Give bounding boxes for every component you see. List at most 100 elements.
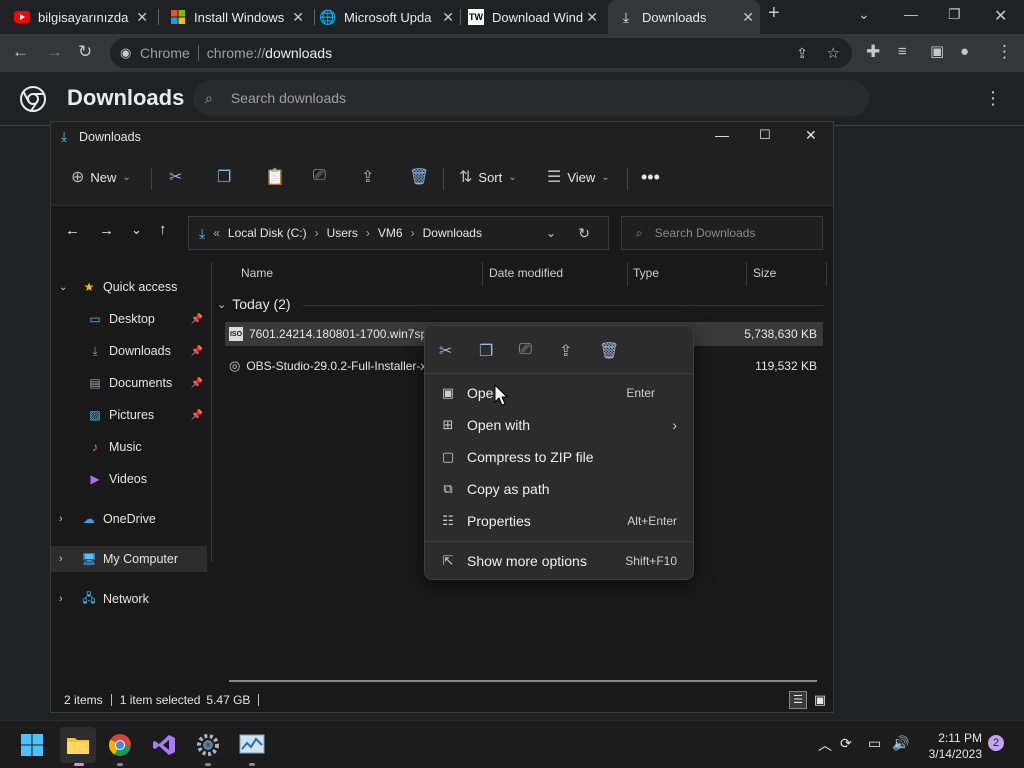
up-icon[interactable]: ↑ xyxy=(159,221,167,238)
reload-icon[interactable]: ↻ xyxy=(78,42,92,62)
recent-locations-icon[interactable]: ⌄ xyxy=(131,222,142,238)
menu-item-properties[interactable]: ☷ Properties Alt+Enter xyxy=(433,506,685,536)
media-icon[interactable]: ≡ xyxy=(898,42,907,62)
maximize-button[interactable]: ☐ xyxy=(759,127,771,143)
cut-button[interactable]: ✂ xyxy=(169,167,182,187)
delete-button[interactable]: 🗑 xyxy=(409,167,429,187)
sidebar-item-documents[interactable]: ▤ Documents 📌 xyxy=(51,370,207,396)
sidebar-item-downloads[interactable]: ⤓ Downloads 📌 xyxy=(51,338,207,364)
cut-icon[interactable]: ✂ xyxy=(439,341,452,361)
start-button[interactable] xyxy=(18,731,46,759)
sort-button[interactable]: ⇅ Sort ⌄ xyxy=(459,167,517,187)
menu-item-copy-as-path[interactable]: ⧉ Copy as path xyxy=(433,474,685,504)
delete-icon[interactable]: 🗑 xyxy=(599,341,619,361)
new-tab-button[interactable]: + xyxy=(768,2,780,25)
profile-icon[interactable]: ● xyxy=(960,42,969,62)
share-icon[interactable]: ⇪ xyxy=(796,45,808,62)
sidebar-item-desktop[interactable]: ▭ Desktop 📌 xyxy=(51,306,207,332)
tab-search-icon[interactable]: ⌄ xyxy=(858,6,870,23)
horizontal-scrollbar[interactable] xyxy=(229,680,817,682)
extensions-icon[interactable]: ✚ xyxy=(866,42,880,62)
tab-youtube[interactable]: bilgisayarınızda ✕ xyxy=(14,0,154,34)
system-clock[interactable]: 2:11 PM 3/14/2023 xyxy=(912,730,982,762)
close-icon[interactable]: ✕ xyxy=(136,9,148,26)
rename-icon[interactable]: ⎚ xyxy=(519,341,532,359)
column-separator xyxy=(746,262,747,286)
sidebar-item-onedrive[interactable]: › ☁ OneDrive xyxy=(51,506,207,532)
group-header-today[interactable]: ⌄ Today (2) xyxy=(217,296,291,312)
menu-icon[interactable]: ⋮ xyxy=(996,42,1013,62)
view-button[interactable]: ☰ View ⌄ xyxy=(547,167,610,187)
tab-title: bilgisayarınızda xyxy=(38,9,129,25)
minimize-button[interactable]: — xyxy=(904,6,918,22)
resource-monitor-taskbar-button[interactable] xyxy=(238,731,266,759)
file-explorer-taskbar-button[interactable] xyxy=(60,727,96,763)
menu-item-open-with[interactable]: ⊞ Open with › xyxy=(433,410,685,440)
close-window-button[interactable]: ✕ xyxy=(805,127,817,144)
tab-microsoft-update[interactable]: 🌐 Microsoft Upda ✕ xyxy=(319,0,460,34)
more-actions-icon[interactable]: ⋮ xyxy=(984,88,1002,109)
column-header-date-modified[interactable]: Date modified xyxy=(489,266,563,280)
close-icon[interactable]: ✕ xyxy=(742,9,754,26)
close-icon[interactable]: ✕ xyxy=(292,9,304,26)
share-button[interactable]: ⇪ xyxy=(361,167,374,187)
update-sync-icon[interactable]: ⟳ xyxy=(840,735,852,752)
address-dropdown-icon[interactable]: ⌄ xyxy=(546,226,556,240)
volume-icon[interactable]: 🔊 xyxy=(892,735,909,752)
rename-button[interactable]: ⎚ xyxy=(313,167,326,185)
sidebar-item-network[interactable]: › 🖧 Network xyxy=(51,586,207,612)
close-icon[interactable]: ✕ xyxy=(586,9,598,26)
forward-icon[interactable]: → xyxy=(99,222,114,239)
large-icons-view-icon[interactable]: ▣ xyxy=(811,691,829,709)
restore-button[interactable]: ❐ xyxy=(948,6,961,23)
column-header-size[interactable]: Size xyxy=(753,266,776,280)
see-more-button[interactable]: ••• xyxy=(641,167,660,188)
details-view-icon[interactable]: ☰ xyxy=(789,691,807,709)
copy-icon[interactable]: ❐ xyxy=(479,341,493,361)
minimize-button[interactable]: — xyxy=(715,127,729,143)
column-header-type[interactable]: Type xyxy=(633,266,659,280)
sidebar-item-videos[interactable]: ▶ Videos xyxy=(51,466,207,492)
breadcrumb-downloads[interactable]: Downloads xyxy=(423,226,482,240)
breadcrumb-users[interactable]: Users xyxy=(327,226,358,240)
tab-separator xyxy=(158,9,159,25)
forward-icon[interactable]: → xyxy=(46,42,63,62)
ellipsis-icon: ••• xyxy=(641,167,660,187)
share-icon[interactable]: ⇪ xyxy=(559,341,572,361)
menu-item-compress-zip[interactable]: ▢ Compress to ZIP file xyxy=(433,442,685,472)
paste-button[interactable]: 📋 xyxy=(265,167,285,187)
copy-button[interactable]: ❐ xyxy=(217,167,231,187)
sidebar-item-music[interactable]: ♪ Music xyxy=(51,434,207,460)
breadcrumb-vm6[interactable]: VM6 xyxy=(378,226,403,240)
new-button[interactable]: ⊕ New ⌄ xyxy=(71,167,131,187)
tab-downloads[interactable]: ⤓ Downloads ✕ xyxy=(608,0,760,34)
menu-item-show-more-options[interactable]: ⇱ Show more options Shift+F10 xyxy=(433,546,685,576)
visual-studio-taskbar-button[interactable] xyxy=(150,731,178,759)
explorer-search-input[interactable]: ⌕ Search Downloads xyxy=(621,216,823,250)
notification-badge[interactable]: 2 xyxy=(988,735,1004,751)
chrome-taskbar-button[interactable] xyxy=(106,731,134,759)
network-status-icon[interactable]: ▭ xyxy=(868,735,881,752)
settings-taskbar-button[interactable] xyxy=(194,731,222,759)
menu-item-open[interactable]: ▣ Open Enter xyxy=(433,378,685,408)
column-header-name[interactable]: Name xyxy=(241,266,273,280)
sidebar-item-quick-access[interactable]: ⌄ ★ Quick access xyxy=(51,274,207,300)
address-bar[interactable]: ◉ Chrome chrome:// downloads ⇪ ☆ xyxy=(110,38,852,68)
sidebar-item-my-computer[interactable]: › 🖥 My Computer xyxy=(51,546,207,572)
view-label: View xyxy=(567,169,596,185)
pictures-icon: ▨ xyxy=(89,408,101,422)
sidebar-item-pictures[interactable]: ▨ Pictures 📌 xyxy=(51,402,207,428)
back-icon[interactable]: ← xyxy=(65,222,80,239)
bookmark-star-icon[interactable]: ☆ xyxy=(827,44,840,62)
tab-download-windows[interactable]: TW Download Wind ✕ xyxy=(468,0,604,34)
refresh-icon[interactable]: ↻ xyxy=(578,225,590,242)
close-window-button[interactable]: ✕ xyxy=(994,6,1007,26)
close-icon[interactable]: ✕ xyxy=(442,9,454,26)
show-hidden-icons-icon[interactable]: ︿ xyxy=(818,735,832,755)
back-icon[interactable]: ← xyxy=(12,42,29,62)
tab-install-windows[interactable]: Install Windows ✕ xyxy=(170,0,310,34)
explorer-address-bar[interactable]: ⤓ « Local Disk (C:) › Users › VM6 › Down… xyxy=(188,216,609,250)
side-panel-icon[interactable]: ▣ xyxy=(930,42,944,62)
breadcrumb-local-disk[interactable]: Local Disk (C:) xyxy=(228,226,307,240)
downloads-search-input[interactable]: ⌕ Search downloads xyxy=(193,80,869,116)
